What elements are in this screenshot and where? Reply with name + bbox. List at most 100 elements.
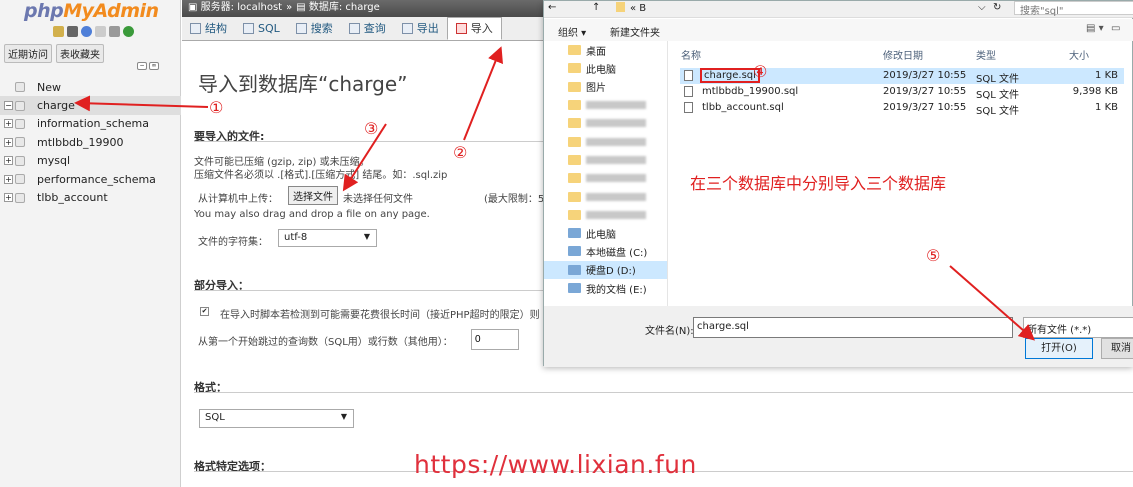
filename-label: 文件名(N): (645, 326, 694, 337)
new-database-item[interactable]: New (0, 78, 181, 96)
nav-item[interactable]: 桌面 (544, 41, 667, 59)
dropdown-arrow-icon: ▼ (340, 412, 347, 421)
export-icon (401, 23, 413, 34)
search-input[interactable]: 搜索"sql" (1014, 1, 1133, 17)
phpmyadmin-logo[interactable]: phpMyAdmin (24, 0, 159, 22)
choose-file-button[interactable]: 选择文件 (288, 186, 338, 205)
annotation-step-3: ③ (364, 119, 379, 138)
file-date: 2019/3/27 10:55 (883, 102, 967, 113)
nav-item[interactable] (544, 151, 667, 169)
filename-input[interactable]: charge.sql (693, 317, 1013, 338)
dropdown-arrow-icon: ▼ (363, 232, 370, 241)
cancel-button[interactable]: 取消 (1101, 338, 1133, 359)
tab-structure[interactable]: 结构 (182, 17, 235, 40)
skip-queries-input[interactable] (471, 329, 519, 350)
tab-query[interactable]: 查询 (341, 17, 394, 40)
partial-import-text: 在导入时脚本若检测到可能需要花费很长时间（接近PHP超时的限定）则 (220, 310, 540, 321)
dropdown-icon[interactable]: ⌵ (978, 2, 986, 13)
folder-icon (568, 45, 581, 56)
column-name[interactable]: 名称 (681, 47, 701, 62)
drag-drop-hint: You may also drag and drop a file on any… (194, 209, 430, 220)
open-button[interactable]: 打开(O) (1025, 338, 1093, 359)
settings-icon[interactable] (109, 26, 120, 37)
tab-search[interactable]: 搜索 (288, 17, 341, 40)
db-item-information-schema[interactable]: + information_schema (0, 115, 181, 133)
db-item-mysql[interactable]: + mysql (0, 152, 181, 170)
folder-icon (568, 191, 581, 202)
charset-select[interactable]: utf-8 ▼ (278, 229, 377, 247)
collapse-all-icon[interactable]: − (137, 62, 147, 70)
file-row[interactable]: tlbb_account.sql 2019/3/27 10:55 SQL 文件 … (680, 100, 1124, 117)
nav-item[interactable]: 此电脑 (544, 224, 667, 242)
docs-icon[interactable] (95, 26, 106, 37)
navigation-sidebar: phpMyAdmin 近期访问 表收藏夹 − ∞ New − charge + in… (0, 0, 181, 487)
expand-icon[interactable]: + (4, 174, 13, 184)
file-row[interactable]: charge.sql 2019/3/27 10:55 SQL 文件 1 KB (680, 68, 1124, 85)
breadcrumb-server[interactable]: 服务器: localhost (201, 2, 282, 13)
home-icon[interactable] (53, 26, 64, 37)
favorites-tab[interactable]: 表收藏夹 (56, 44, 104, 63)
nav-item-label: 桌面 (586, 46, 606, 58)
format-select[interactable]: SQL ▼ (199, 409, 354, 428)
collapse-icon[interactable]: − (4, 101, 13, 111)
address-path[interactable]: « B (630, 3, 646, 14)
top-tabs: 结构 SQL 搜索 查询 导出 导入 (182, 17, 552, 41)
expand-icon[interactable]: + (4, 119, 13, 129)
db-item-charge[interactable]: − charge (0, 96, 181, 115)
nav-item[interactable]: 我的文档 (E:) (544, 279, 667, 297)
recent-tab[interactable]: 近期访问 (4, 44, 52, 63)
import-icon (455, 23, 467, 34)
reload-icon[interactable] (123, 26, 134, 37)
tab-export[interactable]: 导出 (394, 17, 447, 40)
expand-icon[interactable]: + (4, 137, 13, 147)
file-row[interactable]: mtlbbdb_19900.sql 2019/3/27 10:55 SQL 文件… (680, 84, 1124, 101)
nav-item[interactable] (544, 132, 667, 150)
db-item-mtlbbdb[interactable]: + mtlbbdb_19900 (0, 133, 181, 151)
nav-item[interactable]: 图片 (544, 78, 667, 96)
folder-icon (568, 118, 581, 129)
nav-item[interactable] (544, 206, 667, 224)
view-options-icon[interactable]: ▤ ▾ (1086, 23, 1104, 34)
column-date[interactable]: 修改日期 (883, 47, 923, 62)
new-folder-button[interactable]: 新建文件夹 (610, 24, 660, 39)
watermark-url: https://www.lixian.fun (414, 450, 697, 479)
expand-icon[interactable]: + (4, 156, 13, 166)
folder-icon (568, 100, 581, 111)
file-size: 9,398 KB (1072, 86, 1118, 97)
organize-button[interactable]: 组织 ▾ (558, 24, 586, 39)
annotation-note: 在三个数据库中分别导入三个数据库 (690, 174, 947, 193)
tab-sql[interactable]: SQL (235, 17, 288, 40)
nav-item[interactable]: 本地磁盘 (C:) (544, 242, 667, 260)
db-item-tlbb-account[interactable]: + tlbb_account (0, 188, 181, 206)
link-icon[interactable]: ∞ (149, 62, 159, 70)
help-icon[interactable] (81, 26, 92, 37)
refresh-icon[interactable]: ↻ (993, 2, 1001, 13)
expand-icon[interactable]: + (4, 193, 13, 203)
nav-item[interactable] (544, 169, 667, 187)
breadcrumb-database[interactable]: 数据库: charge (309, 2, 380, 13)
file-name: tlbb_account.sql (702, 102, 784, 113)
address-bar[interactable]: ← ↑ « B ⌵ ↻ 搜索"sql" (544, 1, 1133, 18)
partial-import-checkbox[interactable]: ✔ (200, 307, 209, 316)
blurred-label (586, 119, 646, 128)
query-icon (348, 23, 360, 34)
column-type[interactable]: 类型 (976, 47, 996, 62)
file-type-filter[interactable]: 所有文件 (*.*) (1023, 317, 1133, 338)
logout-icon[interactable] (67, 26, 78, 37)
nav-item[interactable] (544, 96, 667, 114)
file-size: 1 KB (1095, 102, 1118, 113)
divider (194, 392, 1133, 393)
tab-import[interactable]: 导入 (446, 17, 502, 40)
folder-icon (568, 136, 581, 147)
nav-item[interactable] (544, 187, 667, 205)
nav-item[interactable]: 此电脑 (544, 59, 667, 77)
nav-item[interactable]: 硬盘D (D:) (544, 260, 667, 279)
skip-label: 从第一个开始跳过的查询数（SQL用）或行数（其他用）： (198, 337, 453, 348)
db-item-performance-schema[interactable]: + performance_schema (0, 170, 181, 188)
back-arrow-icon[interactable]: ← (548, 2, 556, 13)
preview-pane-icon[interactable]: ▭ (1111, 23, 1120, 34)
nav-item-label: 此电脑 (586, 229, 616, 241)
up-arrow-icon[interactable]: ↑ (592, 2, 600, 13)
nav-item[interactable] (544, 114, 667, 132)
column-size[interactable]: 大小 (1069, 47, 1089, 62)
